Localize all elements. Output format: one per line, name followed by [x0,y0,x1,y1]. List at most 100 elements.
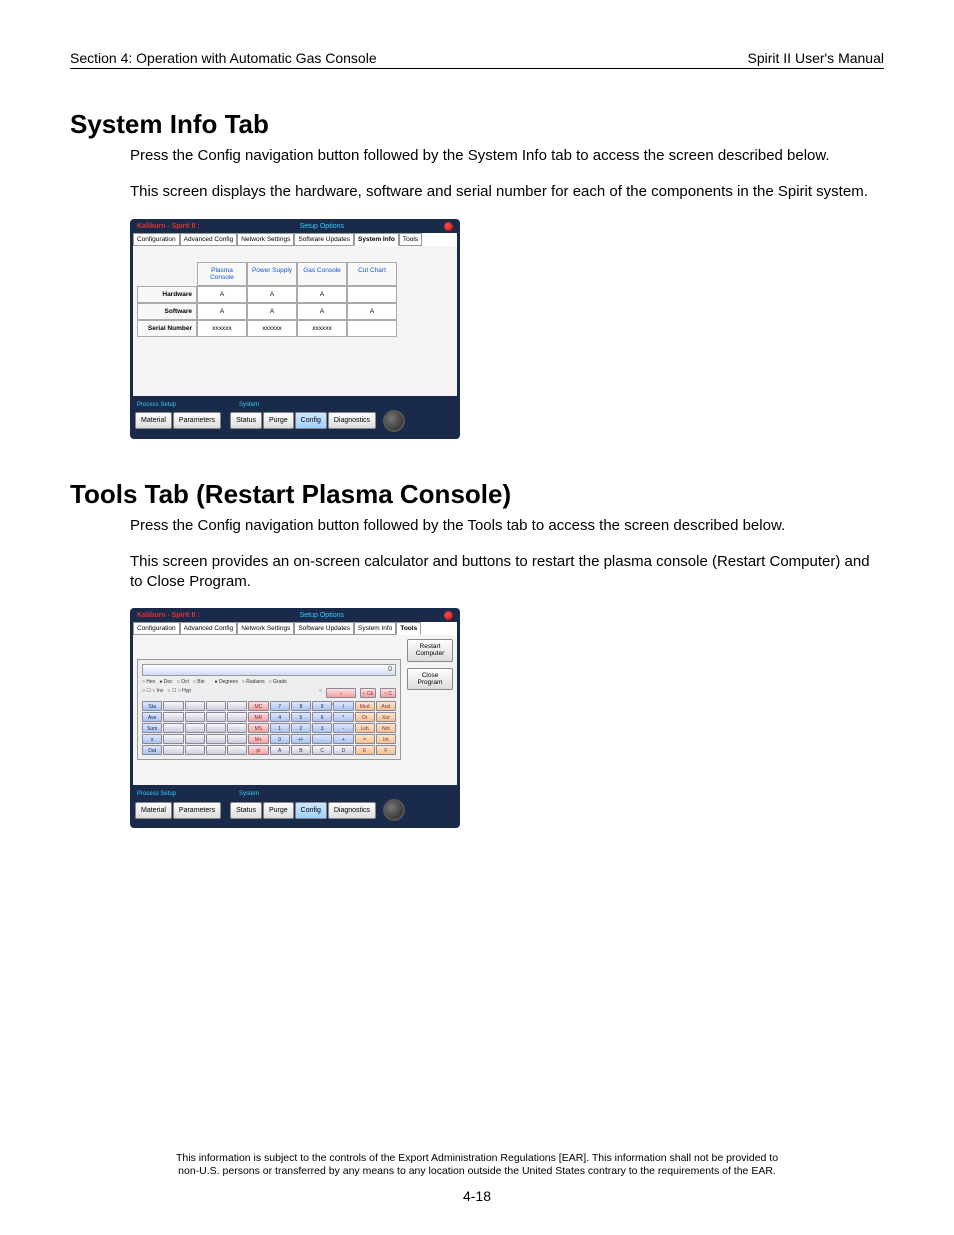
nav-config-button[interactable]: Config [295,412,327,429]
nav-purge-button[interactable]: Purge [263,802,294,819]
calc-key[interactable] [227,745,247,755]
nav-status-button[interactable]: Status [230,802,262,819]
calc-key[interactable]: And [376,701,396,711]
calc-key[interactable]: MC [248,701,268,711]
calc-key[interactable]: Mod [355,701,375,711]
control-knob[interactable] [383,799,405,821]
calc-key[interactable] [227,701,247,711]
radio-degrees[interactable]: Degrees [215,679,238,685]
calc-key[interactable] [227,712,247,722]
calc-key[interactable]: +/- [291,734,311,744]
close-icon[interactable] [444,222,453,231]
tab-configuration[interactable]: Configuration [133,622,180,635]
tab-network-settings[interactable]: Network Settings [237,233,294,246]
calc-key[interactable] [163,701,183,711]
radio-bin[interactable]: Bin [193,679,205,685]
close-icon[interactable] [444,611,453,620]
radio-hex[interactable]: Hex [142,679,155,685]
calc-key[interactable] [185,712,205,722]
radio-radians[interactable]: Radians [242,679,265,685]
calc-key[interactable]: 4 [270,712,290,722]
calc-key[interactable]: 6 [312,712,332,722]
calc-key[interactable]: Dat [142,745,162,755]
nav-config-button[interactable]: Config [295,802,327,819]
calc-key[interactable]: Sum [142,723,162,733]
radio-dec[interactable]: Dec [159,679,172,685]
control-knob[interactable] [383,410,405,432]
calc-key[interactable]: Int [376,734,396,744]
nav-material-button[interactable]: Material [135,802,172,819]
calc-key[interactable] [206,701,226,711]
calc-key[interactable]: 9 [312,701,332,711]
calc-key[interactable] [227,723,247,733]
calc-key[interactable] [206,745,226,755]
calc-key[interactable] [163,734,183,744]
tab-tools[interactable]: Tools [396,622,421,635]
calc-key[interactable]: E [355,745,375,755]
calc-key[interactable]: . [312,734,332,744]
tab-configuration[interactable]: Configuration [133,233,180,246]
calc-key[interactable]: B [291,745,311,755]
calc-key[interactable]: 5 [291,712,311,722]
calc-key[interactable]: Not [376,723,396,733]
calc-ce[interactable]: CE [360,688,376,698]
calc-key[interactable]: pi [248,745,268,755]
restart-computer-button[interactable]: Restart Computer [407,639,453,661]
calc-key[interactable]: Or [355,712,375,722]
calc-key[interactable]: 3 [312,723,332,733]
nav-parameters-button[interactable]: Parameters [173,802,221,819]
calc-key[interactable]: Xor [376,712,396,722]
chk-hyp[interactable]: Hyp [178,688,191,694]
calc-key[interactable] [185,745,205,755]
calc-key[interactable]: 7 [270,701,290,711]
calculator-mode-radios[interactable]: Hex Dec Oct Bin Degrees Radians Grads [142,679,396,685]
radio-grads[interactable]: Grads [269,679,287,685]
calc-key[interactable]: - [333,723,353,733]
calc-key[interactable]: Sta [142,701,162,711]
calc-key[interactable]: Lsh [355,723,375,733]
calc-key[interactable] [227,734,247,744]
calc-key[interactable]: D [333,745,353,755]
close-program-button[interactable]: Close Program [407,668,453,690]
calc-key[interactable] [206,734,226,744]
nav-status-button[interactable]: Status [230,412,262,429]
nav-material-button[interactable]: Material [135,412,172,429]
nav-diagnostics-button[interactable]: Diagnostics [328,802,376,819]
nav-diagnostics-button[interactable]: Diagnostics [328,412,376,429]
nav-purge-button[interactable]: Purge [263,412,294,429]
calc-key[interactable]: M+ [248,734,268,744]
calc-key[interactable]: F [376,745,396,755]
chk-inv[interactable]: Inv [152,688,163,694]
calc-key[interactable]: MR [248,712,268,722]
calc-key[interactable]: + [333,734,353,744]
calc-key[interactable]: Ave [142,712,162,722]
calc-key[interactable]: 0 [270,734,290,744]
tab-advanced-config[interactable]: Advanced Config [180,233,238,246]
calc-key[interactable]: s [142,734,162,744]
tab-tools[interactable]: Tools [399,233,422,246]
tab-system-info[interactable]: System Info [354,622,396,635]
calc-key[interactable]: / [333,701,353,711]
calc-key[interactable] [185,701,205,711]
calc-key[interactable] [185,723,205,733]
calc-key[interactable] [163,745,183,755]
calc-key[interactable] [206,712,226,722]
calc-key[interactable]: A [270,745,290,755]
tab-advanced-config[interactable]: Advanced Config [180,622,238,635]
calc-c[interactable]: C [380,688,396,698]
tab-network-settings[interactable]: Network Settings [237,622,294,635]
tab-system-info[interactable]: System Info [354,233,399,246]
radio-oct[interactable]: Oct [177,679,189,685]
calc-key[interactable] [185,734,205,744]
calc-key[interactable]: MS [248,723,268,733]
calc-key[interactable]: 1 [270,723,290,733]
calc-key[interactable] [163,723,183,733]
nav-parameters-button[interactable]: Parameters [173,412,221,429]
calc-key[interactable] [206,723,226,733]
calc-key[interactable] [163,712,183,722]
calc-key[interactable]: 8 [291,701,311,711]
tab-software-updates[interactable]: Software Updates [294,622,354,635]
calc-key[interactable]: C [312,745,332,755]
tab-software-updates[interactable]: Software Updates [294,233,354,246]
calc-key[interactable]: 2 [291,723,311,733]
